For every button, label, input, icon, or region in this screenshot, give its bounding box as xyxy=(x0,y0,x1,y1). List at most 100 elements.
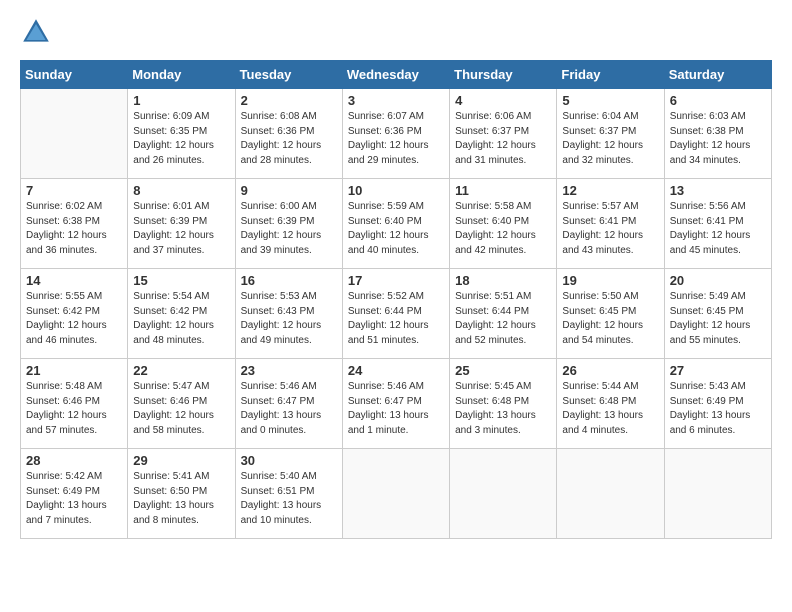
day-info: Sunrise: 6:07 AMSunset: 6:36 PMDaylight:… xyxy=(348,110,444,168)
calendar-cell: 21 Sunrise: 5:48 AMSunset: 6:46 PMDayligh… xyxy=(21,359,128,449)
calendar-cell: 23 Sunrise: 5:46 AMSunset: 6:47 PMDayligh… xyxy=(235,359,342,449)
day-number: 19 xyxy=(562,273,658,288)
calendar-cell: 18 Sunrise: 5:51 AMSunset: 6:44 PMDayligh… xyxy=(450,269,557,359)
day-number: 26 xyxy=(562,363,658,378)
calendar-cell: 20 Sunrise: 5:49 AMSunset: 6:45 PMDayligh… xyxy=(664,269,771,359)
calendar-cell: 22 Sunrise: 5:47 AMSunset: 6:46 PMDayligh… xyxy=(128,359,235,449)
calendar-cell: 17Sunrise: 5:52 AMSunset: 6:44 PMDayligh… xyxy=(342,269,449,359)
calendar-cell: 15 Sunrise: 5:54 AMSunset: 6:42 PMDayligh… xyxy=(128,269,235,359)
day-number: 11 xyxy=(455,183,551,198)
calendar-cell xyxy=(557,449,664,539)
day-number: 4 xyxy=(455,93,551,108)
day-info: Sunrise: 5:48 AMSunset: 6:46 PMDaylight:… xyxy=(26,380,122,438)
day-info: Sunrise: 6:02 AMSunset: 6:38 PMDaylight:… xyxy=(26,200,122,258)
calendar-cell: 10 Sunrise: 5:59 AMSunset: 6:40 PMDayligh… xyxy=(342,179,449,269)
calendar-weekday: Wednesday xyxy=(342,61,449,89)
calendar-weekday: Saturday xyxy=(664,61,771,89)
calendar-weekday: Thursday xyxy=(450,61,557,89)
calendar-cell: 29Sunrise: 5:41 AMSunset: 6:50 PMDayligh… xyxy=(128,449,235,539)
day-info: Sunrise: 5:46 AMSunset: 6:47 PMDaylight:… xyxy=(241,380,337,438)
calendar-cell: 16Sunrise: 5:53 AMSunset: 6:43 PMDayligh… xyxy=(235,269,342,359)
day-number: 15 xyxy=(133,273,229,288)
calendar-cell: 7 Sunrise: 6:02 AMSunset: 6:38 PMDaylight… xyxy=(21,179,128,269)
day-number: 24 xyxy=(348,363,444,378)
calendar-cell: 24 Sunrise: 5:46 AMSunset: 6:47 PMDayligh… xyxy=(342,359,449,449)
calendar-weekday: Sunday xyxy=(21,61,128,89)
day-info: Sunrise: 5:50 AMSunset: 6:45 PMDaylight:… xyxy=(562,290,658,348)
calendar-week-row: 28Sunrise: 5:42 AMSunset: 6:49 PMDayligh… xyxy=(21,449,772,539)
day-info: Sunrise: 6:08 AMSunset: 6:36 PMDaylight:… xyxy=(241,110,337,168)
day-info: Sunrise: 5:51 AMSunset: 6:44 PMDaylight:… xyxy=(455,290,551,348)
calendar-cell xyxy=(21,89,128,179)
day-number: 3 xyxy=(348,93,444,108)
calendar-weekday: Monday xyxy=(128,61,235,89)
day-number: 12 xyxy=(562,183,658,198)
day-info: Sunrise: 6:03 AMSunset: 6:38 PMDaylight:… xyxy=(670,110,766,168)
day-info: Sunrise: 6:04 AMSunset: 6:37 PMDaylight:… xyxy=(562,110,658,168)
day-info: Sunrise: 5:46 AMSunset: 6:47 PMDaylight:… xyxy=(348,380,444,438)
day-info: Sunrise: 5:56 AMSunset: 6:41 PMDaylight:… xyxy=(670,200,766,258)
calendar-cell: 2 Sunrise: 6:08 AMSunset: 6:36 PMDaylight… xyxy=(235,89,342,179)
calendar-cell xyxy=(342,449,449,539)
day-info: Sunrise: 6:09 AMSunset: 6:35 PMDaylight:… xyxy=(133,110,229,168)
page-header xyxy=(20,16,772,48)
day-number: 14 xyxy=(26,273,122,288)
day-info: Sunrise: 5:41 AMSunset: 6:50 PMDaylight:… xyxy=(133,470,229,528)
calendar-cell: 3 Sunrise: 6:07 AMSunset: 6:36 PMDaylight… xyxy=(342,89,449,179)
calendar-cell: 30 Sunrise: 5:40 AMSunset: 6:51 PMDayligh… xyxy=(235,449,342,539)
logo-icon xyxy=(20,16,52,48)
calendar-cell: 14 Sunrise: 5:55 AMSunset: 6:42 PMDayligh… xyxy=(21,269,128,359)
day-info: Sunrise: 5:44 AMSunset: 6:48 PMDaylight:… xyxy=(562,380,658,438)
day-number: 22 xyxy=(133,363,229,378)
day-info: Sunrise: 6:00 AMSunset: 6:39 PMDaylight:… xyxy=(241,200,337,258)
calendar-cell: 25Sunrise: 5:45 AMSunset: 6:48 PMDayligh… xyxy=(450,359,557,449)
day-number: 18 xyxy=(455,273,551,288)
day-info: Sunrise: 5:47 AMSunset: 6:46 PMDaylight:… xyxy=(133,380,229,438)
day-info: Sunrise: 5:54 AMSunset: 6:42 PMDaylight:… xyxy=(133,290,229,348)
calendar-week-row: 7 Sunrise: 6:02 AMSunset: 6:38 PMDaylight… xyxy=(21,179,772,269)
day-info: Sunrise: 5:59 AMSunset: 6:40 PMDaylight:… xyxy=(348,200,444,258)
logo xyxy=(20,16,56,48)
day-info: Sunrise: 5:43 AMSunset: 6:49 PMDaylight:… xyxy=(670,380,766,438)
day-number: 8 xyxy=(133,183,229,198)
day-info: Sunrise: 5:53 AMSunset: 6:43 PMDaylight:… xyxy=(241,290,337,348)
day-number: 1 xyxy=(133,93,229,108)
calendar-weekday: Tuesday xyxy=(235,61,342,89)
day-info: Sunrise: 5:55 AMSunset: 6:42 PMDaylight:… xyxy=(26,290,122,348)
calendar-week-row: 14 Sunrise: 5:55 AMSunset: 6:42 PMDayligh… xyxy=(21,269,772,359)
calendar-header-row: SundayMondayTuesdayWednesdayThursdayFrid… xyxy=(21,61,772,89)
calendar-cell: 19 Sunrise: 5:50 AMSunset: 6:45 PMDayligh… xyxy=(557,269,664,359)
day-number: 7 xyxy=(26,183,122,198)
day-info: Sunrise: 6:01 AMSunset: 6:39 PMDaylight:… xyxy=(133,200,229,258)
calendar-cell: 12 Sunrise: 5:57 AMSunset: 6:41 PMDayligh… xyxy=(557,179,664,269)
day-info: Sunrise: 5:49 AMSunset: 6:45 PMDaylight:… xyxy=(670,290,766,348)
calendar-cell: 1 Sunrise: 6:09 AMSunset: 6:35 PMDaylight… xyxy=(128,89,235,179)
calendar-week-row: 1 Sunrise: 6:09 AMSunset: 6:35 PMDaylight… xyxy=(21,89,772,179)
calendar-cell: 28Sunrise: 5:42 AMSunset: 6:49 PMDayligh… xyxy=(21,449,128,539)
calendar-cell: 26 Sunrise: 5:44 AMSunset: 6:48 PMDayligh… xyxy=(557,359,664,449)
day-number: 13 xyxy=(670,183,766,198)
calendar-table: SundayMondayTuesdayWednesdayThursdayFrid… xyxy=(20,60,772,539)
day-info: Sunrise: 5:57 AMSunset: 6:41 PMDaylight:… xyxy=(562,200,658,258)
day-number: 28 xyxy=(26,453,122,468)
calendar-cell: 13 Sunrise: 5:56 AMSunset: 6:41 PMDayligh… xyxy=(664,179,771,269)
day-info: Sunrise: 5:58 AMSunset: 6:40 PMDaylight:… xyxy=(455,200,551,258)
day-number: 21 xyxy=(26,363,122,378)
calendar-cell: 27 Sunrise: 5:43 AMSunset: 6:49 PMDayligh… xyxy=(664,359,771,449)
day-number: 5 xyxy=(562,93,658,108)
day-number: 10 xyxy=(348,183,444,198)
day-number: 20 xyxy=(670,273,766,288)
day-number: 30 xyxy=(241,453,337,468)
calendar-cell: 9Sunrise: 6:00 AMSunset: 6:39 PMDaylight… xyxy=(235,179,342,269)
day-number: 23 xyxy=(241,363,337,378)
day-number: 2 xyxy=(241,93,337,108)
day-info: Sunrise: 5:45 AMSunset: 6:48 PMDaylight:… xyxy=(455,380,551,438)
day-info: Sunrise: 5:52 AMSunset: 6:44 PMDaylight:… xyxy=(348,290,444,348)
day-number: 27 xyxy=(670,363,766,378)
day-info: Sunrise: 6:06 AMSunset: 6:37 PMDaylight:… xyxy=(455,110,551,168)
calendar-cell: 6Sunrise: 6:03 AMSunset: 6:38 PMDaylight… xyxy=(664,89,771,179)
day-info: Sunrise: 5:40 AMSunset: 6:51 PMDaylight:… xyxy=(241,470,337,528)
calendar-cell: 11 Sunrise: 5:58 AMSunset: 6:40 PMDayligh… xyxy=(450,179,557,269)
calendar-week-row: 21 Sunrise: 5:48 AMSunset: 6:46 PMDayligh… xyxy=(21,359,772,449)
calendar-cell: 4 Sunrise: 6:06 AMSunset: 6:37 PMDaylight… xyxy=(450,89,557,179)
